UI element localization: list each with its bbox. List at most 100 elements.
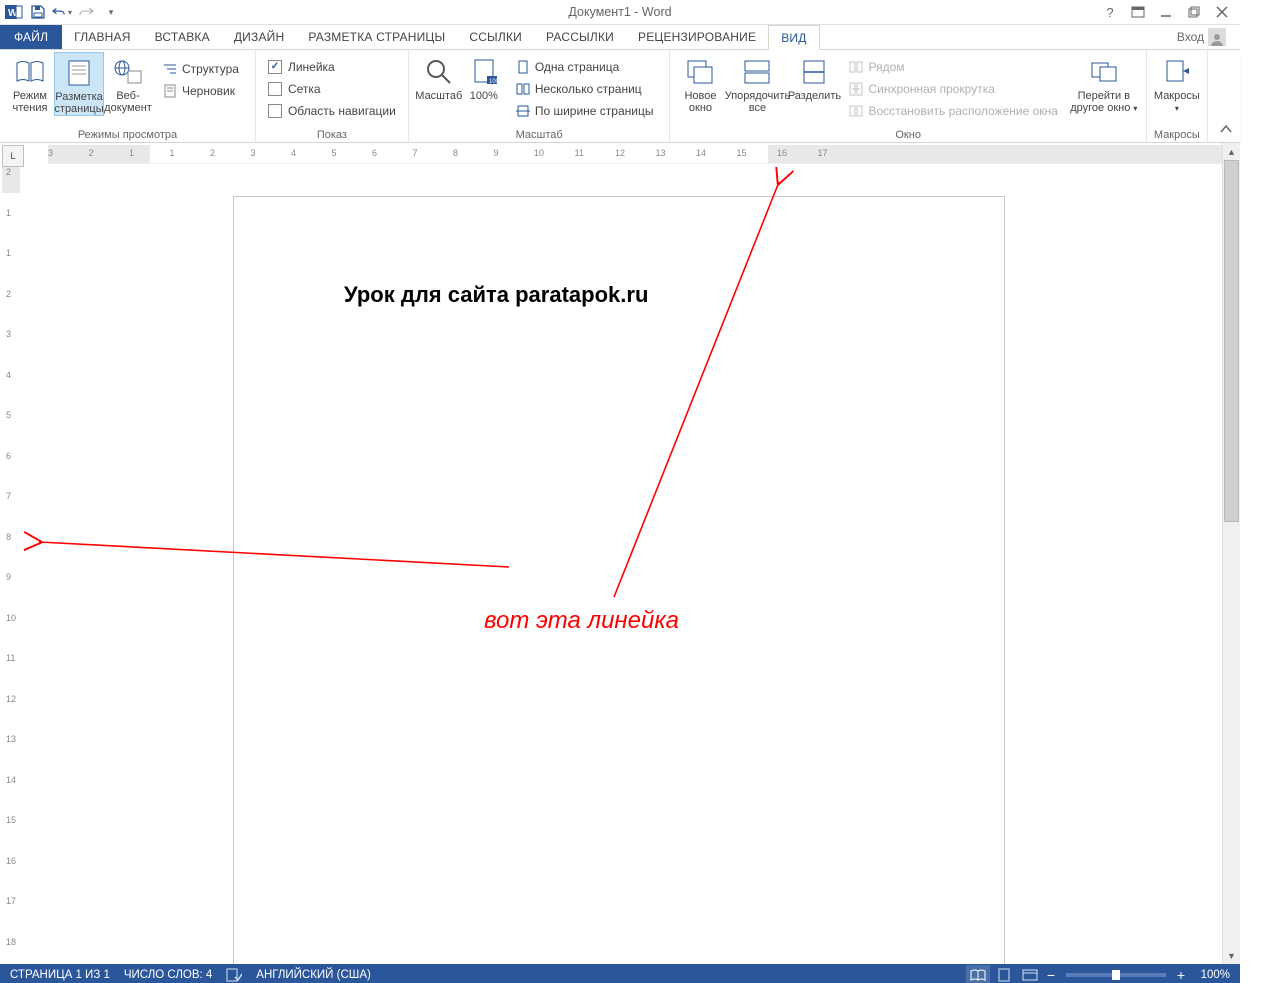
draft-label: Черновик: [182, 84, 235, 98]
status-read-mode-icon[interactable]: [966, 965, 990, 983]
group-show: Линейка Сетка Область навигации Показ: [256, 50, 409, 142]
checkbox-checked-icon: [268, 60, 282, 74]
ruler-label: Линейка: [288, 60, 335, 74]
group-macros: Макросы▾ Макросы: [1147, 50, 1208, 142]
tab-review[interactable]: РЕЦЕНЗИРОВАНИЕ: [626, 25, 768, 49]
tab-design[interactable]: ДИЗАЙН: [222, 25, 297, 49]
zoom-slider[interactable]: [1066, 973, 1166, 977]
status-language[interactable]: АНГЛИЙСКИЙ (США): [256, 969, 371, 981]
side-by-side-button[interactable]: Рядом: [844, 56, 1061, 78]
tab-file[interactable]: ФАЙЛ: [0, 25, 62, 49]
tab-view[interactable]: ВИД: [768, 25, 819, 50]
read-mode-icon: [14, 56, 46, 88]
one-page-label: Одна страница: [535, 60, 619, 74]
title-bar-right: ?: [1096, 2, 1236, 22]
tabs-right: Вход: [1175, 25, 1240, 49]
side-by-side-label: Рядом: [868, 60, 904, 74]
document-canvas[interactable]: Урок для сайта paratapok.ru вот эта лине…: [24, 167, 1222, 964]
sign-in-button[interactable]: Вход: [1175, 28, 1232, 46]
split-button[interactable]: Разделить: [790, 52, 838, 102]
tab-insert[interactable]: ВСТАВКА: [143, 25, 222, 49]
sync-scroll-icon: [848, 81, 864, 97]
zoom-100-label: 100%: [470, 90, 498, 102]
ribbon-tabs: ФАЙЛ ГЛАВНАЯ ВСТАВКА ДИЗАЙН РАЗМЕТКА СТР…: [0, 25, 1240, 50]
navigation-pane-checkbox[interactable]: Область навигации: [268, 100, 396, 122]
customize-qat-icon[interactable]: ▾: [100, 2, 120, 22]
multi-page-icon: [515, 81, 531, 97]
zoom-in-button[interactable]: +: [1174, 968, 1188, 982]
switch-windows-button[interactable]: Перейти в другое окно ▾: [1068, 52, 1140, 115]
save-icon[interactable]: [28, 2, 48, 22]
ruler-vertical[interactable]: 21123456789101112131415161718: [2, 167, 20, 964]
status-words[interactable]: ЧИСЛО СЛОВ: 4: [124, 969, 212, 981]
arrange-all-icon: [741, 56, 773, 88]
group-window: Новое окно Упорядочить все Разделить Ряд…: [670, 50, 1146, 142]
ruler-horizontal-wrap: 3211234567891011121314151617: [24, 143, 1222, 167]
ruler-horizontal[interactable]: 3211234567891011121314151617: [48, 145, 1222, 164]
reset-pos-button[interactable]: Восстановить расположение окна: [844, 100, 1061, 122]
avatar-icon: [1208, 28, 1226, 46]
new-window-label: Новое окно: [676, 90, 724, 114]
help-icon[interactable]: ?: [1096, 2, 1124, 22]
zoom-percent[interactable]: 100%: [1190, 969, 1230, 981]
redo-icon[interactable]: [76, 2, 96, 22]
page-width-button[interactable]: По ширине страницы: [511, 100, 658, 122]
ruler-corner[interactable]: L: [2, 145, 24, 167]
zoom-out-button[interactable]: −: [1044, 968, 1058, 982]
print-layout-button[interactable]: Разметка страницы: [54, 52, 104, 116]
ribbon-display-icon[interactable]: [1124, 2, 1152, 22]
print-layout-icon: [63, 57, 95, 89]
zoom-label: Масштаб: [415, 90, 462, 102]
read-mode-button[interactable]: Режим чтения: [6, 52, 54, 114]
zoom-button[interactable]: Масштаб: [415, 52, 463, 102]
sync-scroll-button[interactable]: Синхронная прокрутка: [844, 78, 1061, 100]
collapse-ribbon-icon[interactable]: [1212, 50, 1240, 142]
zoom-100-button[interactable]: 100 100%: [463, 52, 505, 102]
undo-icon[interactable]: ▾: [52, 2, 72, 22]
status-proofing-icon[interactable]: [226, 968, 242, 982]
outline-button[interactable]: Структура: [158, 58, 243, 80]
minimize-icon[interactable]: [1152, 2, 1180, 22]
close-icon[interactable]: [1208, 2, 1236, 22]
scroll-down-icon[interactable]: ▼: [1224, 947, 1239, 964]
gridlines-checkbox[interactable]: Сетка: [268, 78, 396, 100]
draft-button[interactable]: Черновик: [158, 80, 243, 102]
macros-icon: [1161, 56, 1193, 88]
tab-page-layout[interactable]: РАЗМЕТКА СТРАНИЦЫ: [296, 25, 457, 49]
outline-label: Структура: [182, 62, 239, 76]
web-layout-button[interactable]: Веб-документ: [104, 52, 152, 114]
new-window-button[interactable]: Новое окно: [676, 52, 724, 114]
tab-home[interactable]: ГЛАВНАЯ: [62, 25, 142, 49]
sync-scroll-label: Синхронная прокрутка: [868, 82, 994, 96]
macros-button[interactable]: Макросы▾: [1153, 52, 1201, 115]
page[interactable]: [234, 197, 1004, 964]
title-bar: W ▾ ▾ Документ1 - Word ?: [0, 0, 1240, 25]
word-app-icon[interactable]: W: [4, 2, 24, 22]
checkbox-icon: [268, 82, 282, 96]
restore-icon[interactable]: [1180, 2, 1208, 22]
tab-mailings[interactable]: РАССЫЛКИ: [534, 25, 626, 49]
status-page[interactable]: СТРАНИЦА 1 ИЗ 1: [10, 969, 110, 981]
status-right: − + 100%: [966, 965, 1240, 983]
draft-icon: [162, 83, 178, 99]
multi-page-button[interactable]: Несколько страниц: [511, 78, 658, 100]
chevron-down-icon[interactable]: ▾: [66, 8, 72, 17]
one-page-button[interactable]: Одна страница: [511, 56, 658, 78]
quick-access-toolbar: W ▾ ▾: [0, 2, 120, 22]
ruler-checkbox[interactable]: Линейка: [268, 56, 396, 78]
tab-references[interactable]: ССЫЛКИ: [457, 25, 534, 49]
status-print-layout-icon[interactable]: [992, 965, 1016, 983]
split-icon: [798, 56, 830, 88]
web-layout-label: Веб-документ: [104, 90, 152, 114]
scroll-thumb[interactable]: [1224, 160, 1239, 522]
zoom-slider-thumb[interactable]: [1112, 970, 1120, 980]
one-page-icon: [515, 59, 531, 75]
arrange-all-button[interactable]: Упорядочить все: [724, 52, 790, 114]
ruler-vertical-wrap: 21123456789101112131415161718: [0, 143, 24, 964]
scroll-up-icon[interactable]: ▲: [1224, 143, 1239, 160]
status-web-layout-icon[interactable]: [1018, 965, 1042, 983]
navigation-pane-label: Область навигации: [288, 104, 396, 118]
scrollbar-vertical[interactable]: ▲ ▼: [1222, 143, 1240, 964]
macros-group-label: Макросы: [1153, 128, 1201, 141]
arrange-all-label: Упорядочить все: [724, 90, 790, 114]
